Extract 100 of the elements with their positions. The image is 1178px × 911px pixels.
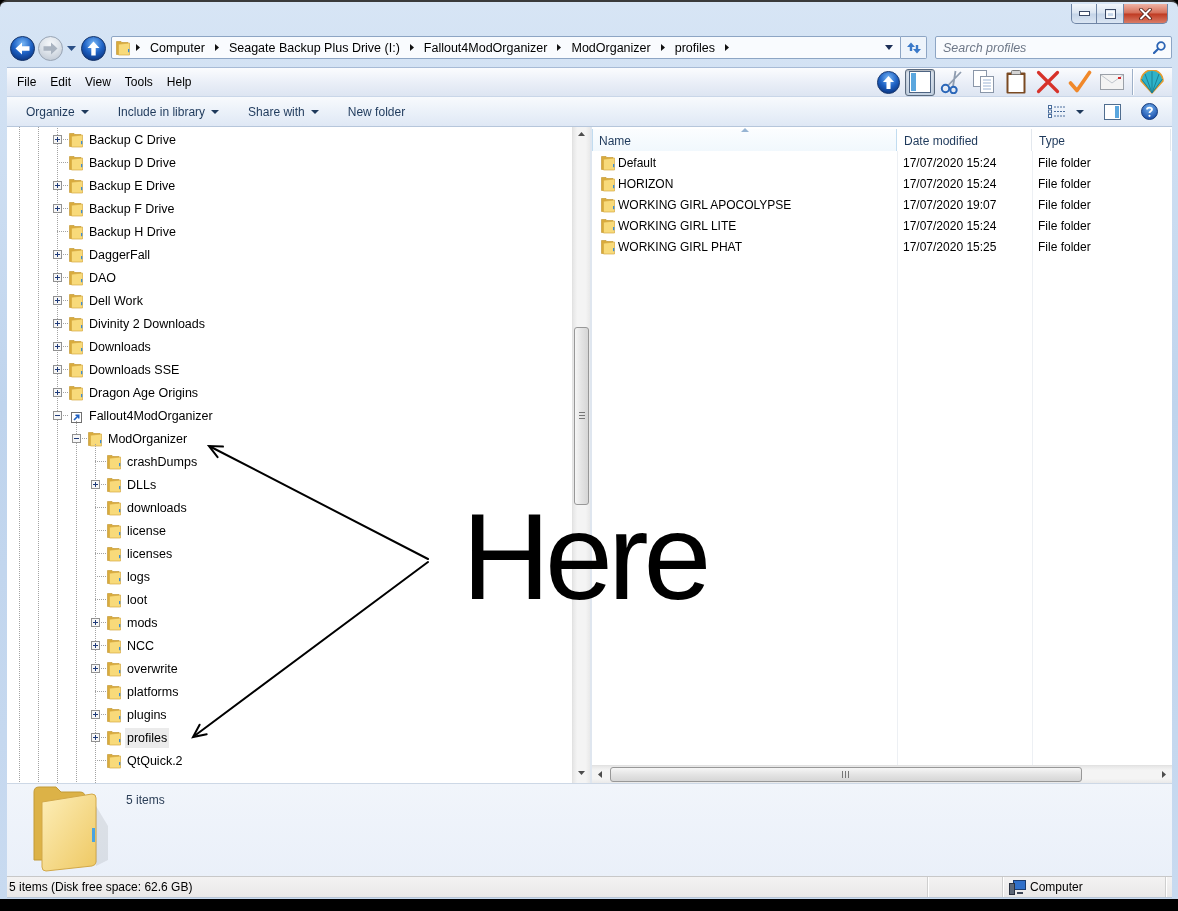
expand-icon[interactable] — [91, 664, 100, 673]
tree-item[interactable]: DAO — [87, 267, 119, 288]
expand-icon[interactable] — [91, 710, 100, 719]
breadcrumb-arrow-icon[interactable] — [136, 44, 140, 51]
menu-item[interactable]: File — [10, 75, 44, 89]
breadcrumb[interactable]: Fallout4ModOrganizer — [418, 40, 553, 55]
expand-icon[interactable] — [53, 388, 62, 397]
tree-item[interactable]: Fallout4ModOrganizer — [87, 405, 215, 426]
file-name[interactable]: HORIZON — [618, 176, 674, 191]
history-caret-icon[interactable] — [67, 45, 76, 51]
refresh-button[interactable] — [901, 36, 927, 59]
tree-item[interactable]: Backup E Drive — [87, 175, 178, 196]
search-icon[interactable] — [1153, 41, 1166, 54]
breadcrumb[interactable]: ModOrganizer — [566, 40, 656, 55]
command-button[interactable]: New folder — [338, 99, 415, 124]
tree-item[interactable]: QtQuick.2 — [125, 750, 185, 771]
tree-item[interactable]: licenses — [125, 543, 175, 564]
scrollbar-thumb[interactable] — [574, 327, 589, 505]
menu-item[interactable]: Help — [159, 75, 199, 89]
scroll-down-icon[interactable] — [578, 771, 585, 775]
expand-icon[interactable] — [91, 641, 100, 650]
view-list-icon[interactable] — [1048, 105, 1066, 118]
breadcrumb-arrow-icon[interactable] — [725, 44, 729, 51]
caret-down-icon[interactable] — [80, 109, 89, 114]
scrollbar-thumb[interactable] — [610, 767, 1082, 782]
expand-icon[interactable] — [53, 135, 62, 144]
toolbar-button[interactable] — [905, 68, 935, 96]
expand-icon[interactable] — [53, 342, 62, 351]
tree-item[interactable]: Dell Work — [87, 290, 145, 311]
tree-item[interactable]: profiles — [125, 727, 170, 748]
expand-icon[interactable] — [53, 365, 62, 374]
tree-item[interactable]: Backup H Drive — [87, 221, 178, 242]
menu-item[interactable]: Edit — [43, 75, 79, 89]
file-type: File folder — [1037, 218, 1091, 233]
command-button[interactable]: Include in library — [108, 99, 229, 124]
scroll-up-icon[interactable] — [578, 132, 585, 136]
breadcrumb-arrow-icon[interactable] — [214, 44, 219, 51]
scroll-right-icon[interactable] — [1162, 771, 1166, 778]
tree-item[interactable]: Divinity 2 Downloads — [87, 313, 208, 334]
scrollbar[interactable] — [592, 765, 1172, 783]
breadcrumb-arrow-icon[interactable] — [557, 44, 562, 51]
help-icon[interactable] — [1141, 103, 1158, 120]
breadcrumb[interactable]: Seagate Backup Plus Drive (I:) — [223, 40, 405, 55]
tree-item[interactable]: NCC — [125, 635, 157, 656]
tree-item[interactable]: plugins — [125, 704, 169, 725]
tree-item[interactable]: DLLs — [125, 474, 159, 495]
collapse-icon[interactable] — [53, 411, 62, 420]
tree-item[interactable]: Backup C Drive — [87, 129, 178, 150]
tree-item[interactable]: DaggerFall — [87, 244, 153, 265]
tree-item[interactable]: loot — [125, 589, 150, 610]
date-modified: 17/07/2020 15:24 — [902, 155, 997, 170]
caret-down-icon[interactable] — [211, 109, 220, 114]
tree-item[interactable]: crashDumps — [125, 451, 200, 472]
tree-item[interactable]: mods — [125, 612, 160, 633]
breadcrumb-arrow-icon[interactable] — [660, 44, 665, 51]
caret-down-icon[interactable] — [310, 109, 319, 114]
menu-item[interactable]: View — [78, 75, 118, 89]
command-button[interactable]: Share with — [239, 99, 328, 124]
file-name[interactable]: WORKING GIRL PHAT — [618, 239, 742, 254]
maximize-button[interactable] — [1097, 4, 1124, 24]
search-field[interactable]: Search profiles — [935, 36, 1172, 59]
menu-item[interactable]: Tools — [117, 75, 160, 89]
file-name[interactable]: WORKING GIRL APOCOLYPSE — [618, 197, 792, 212]
file-name[interactable]: Default — [618, 155, 657, 170]
tree-item[interactable]: Dragon Age Origins — [87, 382, 201, 403]
caret-down-icon[interactable] — [1076, 109, 1084, 114]
breadcrumb-arrow-icon[interactable] — [409, 44, 414, 51]
expand-icon[interactable] — [53, 250, 62, 259]
minimize-button[interactable] — [1071, 4, 1097, 24]
collapse-icon[interactable] — [72, 434, 81, 443]
tree-item[interactable]: overwrite — [125, 658, 180, 679]
folder-icon — [87, 430, 103, 447]
expand-icon[interactable] — [53, 319, 62, 328]
command-button[interactable]: Organize — [17, 99, 98, 124]
dropdown-caret-icon[interactable] — [885, 45, 893, 50]
tree-item[interactable]: Backup F Drive — [87, 198, 177, 219]
expand-icon[interactable] — [53, 181, 62, 190]
tree-item[interactable]: ModOrganizer — [106, 428, 190, 449]
expand-icon[interactable] — [91, 618, 100, 627]
tree-item[interactable]: license — [125, 520, 168, 541]
tree-item[interactable]: downloads — [125, 497, 189, 518]
tree-item[interactable]: logs — [125, 566, 152, 587]
expand-icon[interactable] — [53, 204, 62, 213]
tree-item[interactable]: Backup D Drive — [87, 152, 178, 173]
breadcrumb[interactable]: Computer — [145, 40, 210, 55]
expand-icon[interactable] — [53, 273, 62, 282]
date-modified: 17/07/2020 15:24 — [902, 218, 997, 233]
tree-item[interactable]: Downloads SSE — [87, 359, 182, 380]
tree-item[interactable]: platforms — [125, 681, 181, 702]
file-name[interactable]: WORKING GIRL LITE — [618, 218, 737, 233]
preview-pane-icon[interactable] — [1104, 103, 1121, 120]
expand-icon[interactable] — [91, 733, 100, 742]
tree-item[interactable]: Downloads — [87, 336, 153, 357]
expand-icon[interactable] — [53, 296, 62, 305]
breadcrumb[interactable]: profiles — [669, 40, 720, 55]
address-bar[interactable]: Computer Seagate Backup Plus Drive (I:) Fallout4ModOrganizer ModOrganizer profiles — [111, 36, 901, 59]
expand-icon[interactable] — [91, 480, 100, 489]
column-header[interactable]: Name — [592, 129, 897, 151]
close-button[interactable] — [1124, 4, 1168, 24]
scroll-left-icon[interactable] — [598, 771, 602, 778]
